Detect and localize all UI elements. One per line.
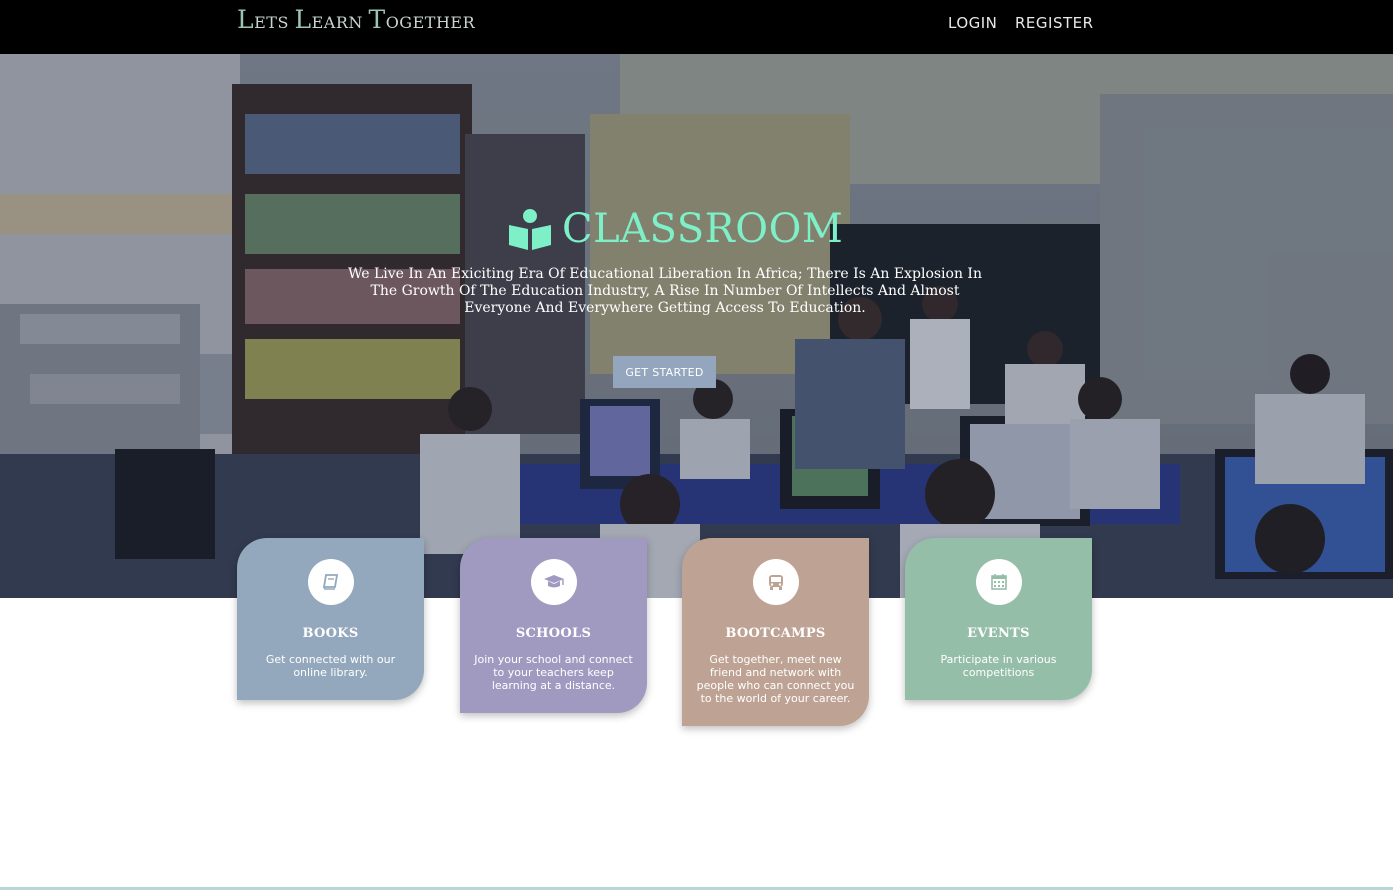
brand-initial: T [368,5,386,34]
top-navbar: LETS LEARN TOGETHER LOGIN REGISTER [0,0,1393,54]
feature-card-bootcamps[interactable]: BOOTCAMPS Get together, meet new friend … [682,538,869,726]
register-link[interactable]: REGISTER [1015,14,1094,32]
brand-word: OGETHER [385,13,476,32]
hero-description: We Live In An Exiciting Era Of Education… [348,266,982,316]
card-title: SCHOOLS [515,626,592,641]
get-started-button[interactable]: GET STARTED [613,356,716,388]
hero-title-group: CLASSROOM [508,204,843,254]
feature-card-books[interactable]: BOOKS Get connected with our online libr… [237,538,424,700]
footer-divider [0,887,1393,890]
book-reader-icon [509,209,551,250]
login-link[interactable]: LOGIN [948,14,997,32]
card-title: EVENTS [967,626,1030,641]
card-title: BOOKS [302,626,359,641]
card-description: Get together, meet new friend and networ… [696,653,855,705]
hero-title: CLASSROOM [562,206,844,252]
card-description: Participate in various competitions [940,653,1057,679]
brand-initial: L [237,5,255,34]
bus-icon [752,559,799,605]
card-title: BOOTCAMPS [725,626,826,641]
card-description: Join your school and connect to your tea… [474,653,633,692]
brand-word: EARN [311,13,369,32]
brand-logo[interactable]: LETS LEARN TOGETHER [237,5,475,34]
card-description: Get connected with our online library. [265,653,396,679]
book-icon [307,559,354,605]
hero-section: CLASSROOM We Live In An Exiciting Era Of… [0,54,1393,598]
graduation-cap-icon [530,559,577,605]
brand-word: ETS [254,13,295,32]
feature-card-schools[interactable]: SCHOOLS Join your school and connect to … [460,538,647,713]
hero-overlay [0,54,1393,598]
feature-card-events[interactable]: EVENTS Participate in various competitio… [905,538,1092,700]
brand-initial: L [294,5,312,34]
calendar-icon [975,559,1022,605]
